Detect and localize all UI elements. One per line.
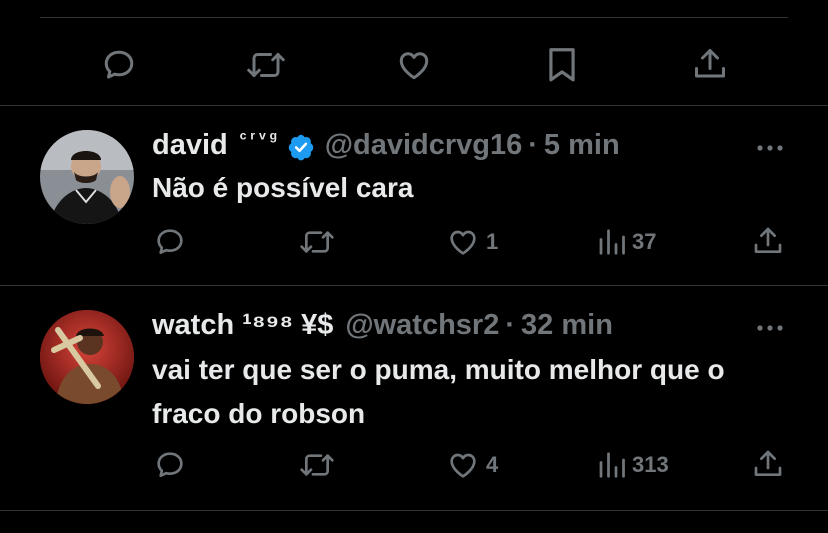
retweet-icon <box>300 454 334 476</box>
like-count: 4 <box>486 452 499 477</box>
avatar[interactable] <box>40 310 134 404</box>
share-icon <box>754 227 782 253</box>
retweet-icon <box>300 231 334 253</box>
like-count: 1 <box>486 229 499 254</box>
timestamp[interactable]: 5 min <box>544 128 620 162</box>
tweet-header: david ᶜʳᵛᵍ @davidcrvg16 · 5 min <box>152 128 620 165</box>
name-suffix: ᶜʳᵛᵍ <box>239 128 281 148</box>
share-button[interactable] <box>752 224 784 258</box>
handle[interactable]: @davidcrvg16 <box>325 128 523 162</box>
separator: · <box>528 129 538 161</box>
share-icon[interactable] <box>690 44 730 84</box>
retweet-icon[interactable] <box>245 46 287 84</box>
like-icon[interactable] <box>394 46 434 84</box>
view-count: 37 <box>632 229 657 254</box>
bookmark-icon[interactable] <box>544 44 580 84</box>
views-button[interactable]: 313 <box>596 449 669 481</box>
tweet-text: vai ter que ser o puma, muito melhor que… <box>152 354 725 429</box>
reply-button[interactable] <box>154 449 192 481</box>
share-button[interactable] <box>752 447 784 481</box>
display-name[interactable]: david <box>152 128 228 162</box>
reply-button[interactable] <box>154 226 192 258</box>
like-button[interactable]: 4 <box>446 449 498 481</box>
like-icon <box>450 453 476 478</box>
view-count: 313 <box>632 452 669 477</box>
name-suffix: ¹⁸⁹⁸ ¥$ <box>242 309 334 341</box>
top-divider <box>40 17 788 18</box>
reply-icon <box>157 452 183 477</box>
like-icon <box>450 230 476 255</box>
display-name[interactable]: watch <box>152 308 234 342</box>
reply-tweet[interactable]: david ᶜʳᵛᵍ @davidcrvg16 · 5 min Não é po… <box>0 106 828 285</box>
views-button[interactable]: 37 <box>596 226 656 258</box>
separator: · <box>505 309 516 341</box>
avatar-image <box>40 130 134 224</box>
like-button[interactable]: 1 <box>446 226 498 258</box>
divider-3 <box>0 510 828 511</box>
retweet-button[interactable] <box>299 226 341 258</box>
verified-badge-icon <box>287 133 315 161</box>
timestamp[interactable]: 32 min <box>521 308 613 342</box>
more-options-icon[interactable] <box>756 320 784 338</box>
tweet-text: Não é possível cara <box>152 172 414 203</box>
handle[interactable]: @watchsr2 <box>345 308 499 342</box>
retweet-button[interactable] <box>299 449 341 481</box>
more-options-icon[interactable] <box>756 140 784 158</box>
tweet-header: watch ¹⁸⁹⁸ ¥$ @watchsr2 · 32 min <box>152 308 613 342</box>
reply-icon <box>157 229 183 254</box>
avatar-image <box>40 310 134 404</box>
reply-icon[interactable] <box>100 46 138 84</box>
reply-tweet[interactable]: watch ¹⁸⁹⁸ ¥$ @watchsr2 · 32 min vai ter… <box>0 286 828 510</box>
avatar[interactable] <box>40 130 134 224</box>
views-icon <box>599 229 625 255</box>
share-icon <box>754 450 782 476</box>
views-icon <box>599 452 625 478</box>
